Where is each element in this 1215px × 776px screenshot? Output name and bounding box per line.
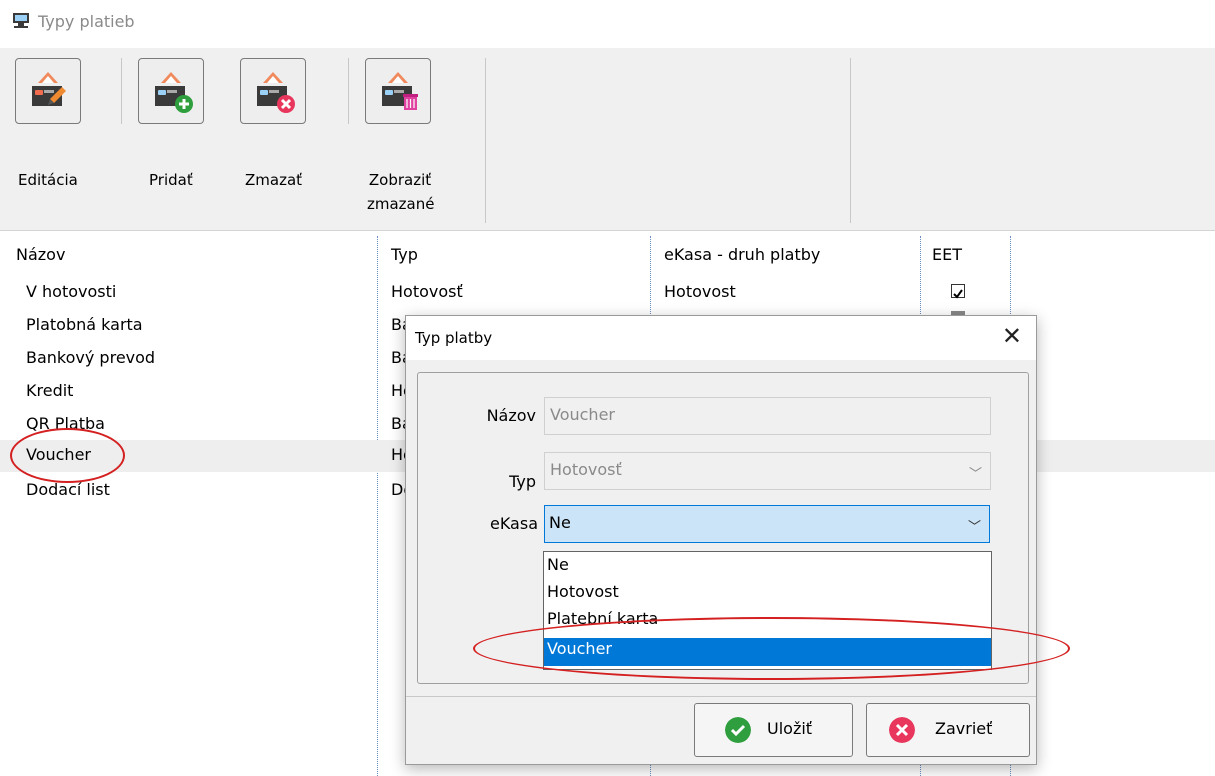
toolbar-separator: [850, 58, 851, 223]
type-select[interactable]: Hotovosť ﹀: [544, 452, 991, 490]
eet-checkbox[interactable]: [951, 284, 965, 299]
cell-type: Hotovosť: [391, 282, 463, 301]
dialog-title: Typ platby: [415, 329, 493, 347]
show-deleted-label-line2: zmazané: [367, 195, 435, 213]
column-header-type[interactable]: Typ: [391, 245, 418, 264]
dropdown-option[interactable]: Ne: [544, 554, 991, 582]
edit-button[interactable]: [15, 58, 81, 124]
add-payment-icon: [155, 72, 193, 113]
delete-button[interactable]: [240, 58, 306, 124]
table-row[interactable]: V hotovosti Hotovosť Hotovost: [0, 277, 1215, 309]
dropdown-option[interactable]: Hotovost: [544, 581, 991, 609]
cell-ekasa: Hotovost: [664, 282, 736, 301]
column-header-ekasa[interactable]: eKasa - druh platby: [664, 245, 820, 264]
add-button[interactable]: [138, 58, 204, 124]
close-icon[interactable]: ✕: [1002, 322, 1022, 350]
ekasa-select[interactable]: Ne ﹀: [544, 505, 990, 543]
delete-button-label[interactable]: Zmazať: [245, 168, 302, 192]
edit-payment-icon: [32, 72, 66, 106]
save-button-label: Uložiť: [767, 719, 813, 738]
show-deleted-icon: [382, 72, 418, 110]
checkmark-icon: [953, 289, 963, 299]
ekasa-select-value: Ne: [549, 513, 571, 532]
toolbar-separator: [485, 58, 486, 223]
delete-payment-icon: [257, 72, 295, 113]
payment-app-icon: [13, 13, 29, 28]
highlight-circle: [473, 617, 1070, 680]
type-select-value: Hotovosť: [550, 460, 622, 479]
column-header-name[interactable]: Názov: [16, 245, 65, 264]
column-header-eet[interactable]: EET: [932, 245, 962, 264]
window-title: Typy platieb: [38, 12, 135, 31]
name-field[interactable]: Voucher: [544, 397, 991, 435]
dialog-titlebar: Typ platby ✕: [406, 316, 1036, 360]
dialog-separator: [406, 696, 1036, 697]
edit-button-label[interactable]: Editácia: [18, 168, 78, 192]
toolbar: Editácia Pridať Zmazať Zobraziť zmazané: [0, 48, 1215, 231]
toolbar-separator: [348, 58, 349, 124]
toolbar-separator: [121, 58, 122, 124]
close-button-label: Zavrieť: [935, 719, 993, 738]
show-deleted-button[interactable]: [365, 58, 431, 124]
highlight-circle: [10, 428, 125, 483]
show-deleted-label-line1: Zobraziť: [368, 171, 432, 189]
cell-name: Platobná karta: [26, 315, 143, 334]
chevron-down-icon: ﹀: [968, 467, 982, 482]
add-button-label[interactable]: Pridať: [149, 168, 193, 192]
cell-name: V hotovosti: [26, 282, 117, 301]
window-titlebar: Typy platieb: [0, 0, 1215, 48]
type-label: Typ: [509, 472, 536, 491]
cell-name: Kredit: [26, 381, 74, 400]
close-circle-icon: [889, 717, 915, 743]
close-button[interactable]: Zavrieť: [866, 703, 1030, 757]
chevron-down-icon: ﹀: [967, 520, 981, 535]
checkmark-circle-icon: [725, 717, 751, 743]
save-button[interactable]: Uložiť: [694, 703, 853, 757]
cell-name: Bankový prevod: [26, 348, 156, 367]
ekasa-label: eKasa: [490, 514, 538, 533]
name-label: Názov: [486, 406, 536, 425]
payment-type-dialog: Typ platby ✕ Názov Voucher Typ Hotovosť …: [405, 315, 1037, 765]
show-deleted-label[interactable]: Zobraziť zmazané: [367, 168, 435, 216]
